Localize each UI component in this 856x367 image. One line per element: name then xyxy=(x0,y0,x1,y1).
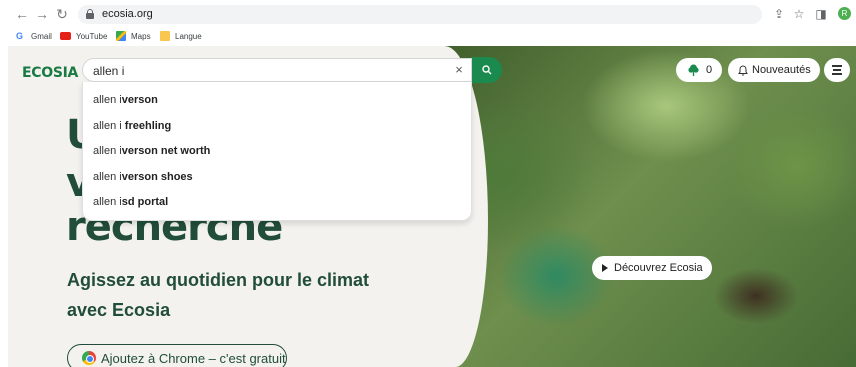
play-icon xyxy=(602,264,608,272)
profile-avatar[interactable]: R xyxy=(838,7,851,20)
clear-icon[interactable]: × xyxy=(452,62,466,77)
suggestion-item[interactable]: allen iverson shoes xyxy=(93,171,193,183)
discover-ecosia-button[interactable]: Découvrez Ecosia xyxy=(592,256,712,280)
forward-arrow-icon[interactable]: → xyxy=(34,6,50,22)
ecosia-page: ECOSIA × allen iverson allen i freehling… xyxy=(8,46,856,367)
maps-icon xyxy=(116,31,126,41)
bookmark-gmail[interactable]: G Gmail xyxy=(16,29,52,43)
tree-counter[interactable]: 0 xyxy=(676,58,722,82)
side-panel-icon[interactable]: ◨ xyxy=(814,7,828,21)
suggestion-item[interactable]: allen isd portal xyxy=(93,196,168,208)
bookmark-label: Gmail xyxy=(31,31,52,41)
hero-tagline-line2: avec Ecosia xyxy=(67,300,171,320)
suggestion-item[interactable]: allen iverson xyxy=(93,94,158,106)
bookmark-youtube[interactable]: YouTube xyxy=(60,29,107,43)
bell-icon xyxy=(738,64,748,76)
address-url: ecosia.org xyxy=(102,8,153,20)
ecosia-logo[interactable]: ECOSIA xyxy=(22,65,78,81)
news-button[interactable]: Nouveautés xyxy=(728,58,820,82)
back-arrow-icon[interactable]: ← xyxy=(14,6,30,22)
hero-tagline-line1: Agissez au quotidien pour le climat xyxy=(67,270,370,290)
tree-count: 0 xyxy=(706,64,713,76)
bookmark-label: Langue xyxy=(175,31,202,41)
bookmark-label: YouTube xyxy=(76,31,108,41)
folder-icon xyxy=(160,31,170,41)
news-label: Nouveautés xyxy=(752,64,811,76)
suggestion-item[interactable]: allen iverson net worth xyxy=(93,145,210,157)
search-input[interactable] xyxy=(93,63,433,79)
bookmark-langue[interactable]: Langue xyxy=(160,29,202,43)
cta-label: Ajoutez à Chrome – c'est gratuit xyxy=(101,350,286,366)
hero-photo xyxy=(436,46,856,367)
address-bar[interactable]: ecosia.org xyxy=(78,5,762,24)
bookmark-label: Maps xyxy=(131,31,151,41)
search-button[interactable] xyxy=(472,57,502,83)
bookmark-maps[interactable]: Maps xyxy=(116,29,151,43)
discover-label: Découvrez Ecosia xyxy=(614,262,703,274)
youtube-icon xyxy=(60,32,71,40)
chrome-logo-icon xyxy=(82,351,96,365)
star-icon[interactable]: ☆ xyxy=(792,7,806,21)
browser-toolbar: ← → ↻ ecosia.org ⇪ ☆ ◨ R xyxy=(0,0,856,28)
gmail-icon: G xyxy=(16,31,24,41)
suggestion-item[interactable]: allen i freehling xyxy=(93,120,171,132)
suggestion-dropdown: allen iverson allen i freehling allen iv… xyxy=(82,82,472,221)
lock-icon xyxy=(86,9,94,19)
reload-icon[interactable]: ↻ xyxy=(54,6,70,22)
share-icon[interactable]: ⇪ xyxy=(772,7,786,21)
bookmarks-bar: G Gmail YouTube Maps Langue xyxy=(0,28,856,44)
search-icon xyxy=(482,65,492,75)
search-box[interactable]: × xyxy=(82,58,472,82)
tree-icon xyxy=(688,64,699,76)
add-to-chrome-button[interactable]: Ajoutez à Chrome – c'est gratuit xyxy=(67,344,287,367)
menu-button[interactable] xyxy=(824,58,850,82)
